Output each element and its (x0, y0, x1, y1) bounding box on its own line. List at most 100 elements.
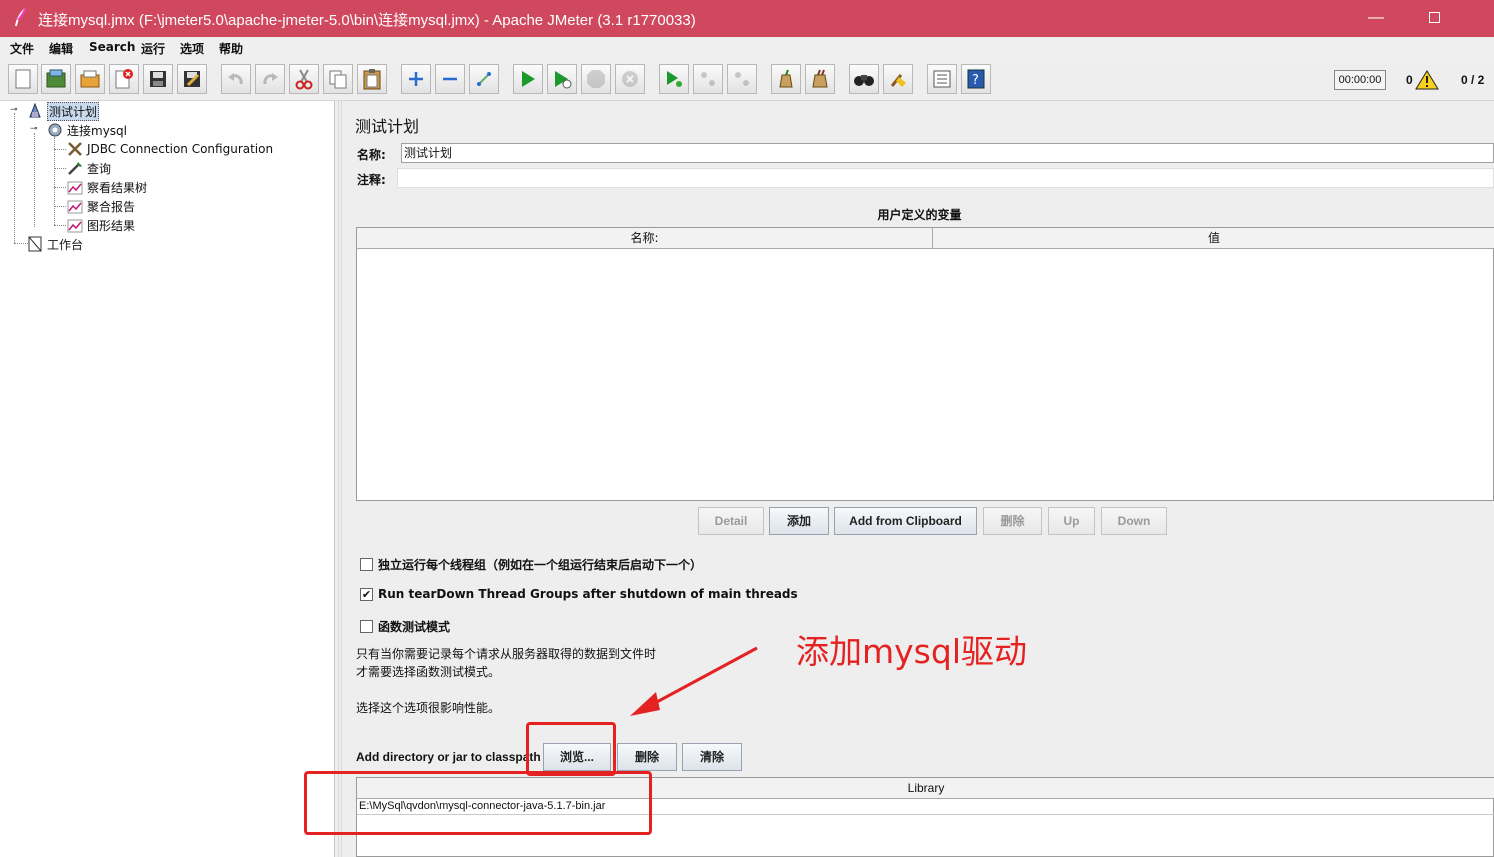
annotation-arrow (630, 646, 758, 716)
remote-stop-button[interactable] (693, 64, 723, 94)
tree-node-view-results-tree[interactable]: 察看结果树 (66, 178, 147, 196)
stop-icon (587, 70, 605, 88)
test-plan-tree[interactable]: ⊸ 测试计划 ⊸ 连接mysql JDBC Connection Configu… (6, 101, 335, 857)
undo-button[interactable] (221, 64, 251, 94)
new-icon (15, 69, 31, 89)
svg-text:?: ? (972, 73, 979, 88)
function-helper-icon (933, 70, 951, 88)
reset-search-button[interactable] (883, 64, 913, 94)
paste-icon (363, 69, 381, 90)
serialize-thread-groups-option[interactable]: 独立运行每个线程组（例如在一个组运行结束后启动下一个） (360, 556, 702, 573)
remote-shutdown-button[interactable] (727, 64, 757, 94)
open-button[interactable] (75, 64, 105, 94)
test-plan-icon (26, 103, 44, 119)
menu-search[interactable]: Search (89, 40, 135, 54)
redo-button[interactable] (255, 64, 285, 94)
warning-count: 0 (1406, 73, 1413, 87)
delete-variable-button[interactable]: 删除 (983, 507, 1042, 535)
close-button[interactable] (109, 64, 139, 94)
panel-splitter[interactable] (335, 101, 345, 857)
remote-stop-icon (701, 72, 715, 86)
save-icon (150, 71, 166, 87)
add-button[interactable]: 添加 (769, 507, 829, 535)
tree-node-aggregate-report[interactable]: 聚合报告 (66, 197, 135, 215)
redo-icon (263, 73, 278, 85)
help-icon: ? (967, 69, 985, 89)
start-no-pauses-button[interactable] (547, 64, 577, 94)
column-header-name[interactable]: 名称: (357, 228, 932, 249)
menu-help[interactable]: 帮助 (219, 40, 243, 57)
tree-node-workbench[interactable]: 工作台 (26, 235, 83, 253)
toolbar: ? (0, 59, 1494, 101)
column-header-value[interactable]: 值 (932, 228, 1494, 249)
move-up-button[interactable]: Up (1048, 507, 1095, 535)
maximize-button[interactable] (1406, 0, 1462, 37)
paste-button[interactable] (357, 64, 387, 94)
tree-node-test-plan[interactable]: 测试计划 (26, 101, 100, 121)
tree-node-jdbc-config[interactable]: JDBC Connection Configuration (66, 140, 273, 158)
remote-start-button[interactable] (659, 64, 689, 94)
detail-button[interactable]: Detail (698, 507, 764, 535)
menu-options[interactable]: 选项 (180, 40, 204, 57)
tree-node-thread-group[interactable]: 连接mysql (46, 121, 127, 139)
config-element-icon (66, 141, 84, 157)
serialize-thread-groups-checkbox[interactable] (360, 558, 373, 571)
tree-expander-thread-group[interactable]: ⊸ (30, 124, 38, 134)
teardown-on-shutdown-option[interactable]: ✔ Run tearDown Thread Groups after shutd… (360, 587, 798, 601)
new-button[interactable] (8, 64, 38, 94)
save-as-button[interactable] (177, 64, 207, 94)
toggle-button[interactable] (469, 64, 499, 94)
help-button[interactable]: ? (961, 64, 991, 94)
menu-file[interactable]: 文件 (10, 40, 34, 57)
menu-run[interactable]: 运行 (141, 40, 165, 57)
templates-button[interactable] (41, 64, 71, 94)
tree-expander-test-plan[interactable]: ⊸ (10, 105, 18, 115)
teardown-on-shutdown-checkbox[interactable]: ✔ (360, 587, 373, 601)
title-bar: 连接mysql.jmx (F:\jmeter5.0\apache-jmeter-… (0, 0, 1494, 37)
reset-search-icon (890, 74, 906, 87)
comment-label: 注释: (357, 173, 386, 187)
copy-button[interactable] (323, 64, 353, 94)
minimize-button[interactable]: — (1348, 0, 1404, 37)
menu-edit[interactable]: 编辑 (49, 40, 73, 57)
annotation-text: 添加mysql驱动 (796, 632, 1027, 671)
clear-all-button[interactable] (805, 64, 835, 94)
clear-all-icon (812, 69, 828, 88)
active-threads-count: 0 / 2 (1461, 73, 1485, 87)
clear-classpath-button[interactable]: 清除 (682, 743, 742, 771)
remote-shutdown-icon (735, 72, 749, 86)
workbench-icon (26, 236, 44, 252)
cut-button[interactable] (289, 64, 319, 94)
user-variables-table[interactable]: 名称: 值 (356, 227, 1494, 501)
delete-classpath-button[interactable]: 删除 (617, 743, 677, 771)
expand-all-button[interactable] (401, 64, 431, 94)
expand-icon (409, 72, 423, 86)
search-button[interactable] (849, 64, 879, 94)
function-helper-button[interactable] (927, 64, 957, 94)
tree-node-query[interactable]: 查询 (66, 159, 111, 177)
close-icon (115, 69, 133, 89)
copy-icon (329, 70, 347, 89)
shutdown-button[interactable] (615, 64, 645, 94)
functional-test-mode-option[interactable]: 函数测试模式 (360, 618, 450, 635)
warning-icon[interactable] (1415, 70, 1439, 90)
functional-test-mode-checkbox[interactable] (360, 620, 373, 633)
add-from-clipboard-button[interactable]: Add from Clipboard (834, 507, 977, 535)
menu-bar: 文件 编辑 Search 运行 选项 帮助 (0, 37, 1494, 59)
functional-mode-note: 只有当你需要记录每个请求从服务器取得的数据到文件时 (356, 647, 657, 661)
move-down-button[interactable]: Down (1101, 507, 1167, 535)
jmeter-feather-icon (12, 8, 30, 28)
thread-group-icon (46, 122, 64, 138)
start-button[interactable] (513, 64, 543, 94)
save-button[interactable] (143, 64, 173, 94)
test-plan-panel: 测试计划 名称: 测试计划 注释: 用户定义的变量 名称: 值 Detail 添… (345, 101, 1494, 857)
clear-button[interactable] (771, 64, 801, 94)
comment-input[interactable] (397, 168, 1494, 188)
listener-icon (66, 217, 84, 233)
tree-node-graph-results[interactable]: 图形结果 (66, 216, 135, 234)
stop-button[interactable] (581, 64, 611, 94)
collapse-all-button[interactable] (435, 64, 465, 94)
listener-icon (66, 198, 84, 214)
name-input[interactable]: 测试计划 (401, 143, 1494, 163)
start-no-pause-icon (555, 71, 572, 89)
